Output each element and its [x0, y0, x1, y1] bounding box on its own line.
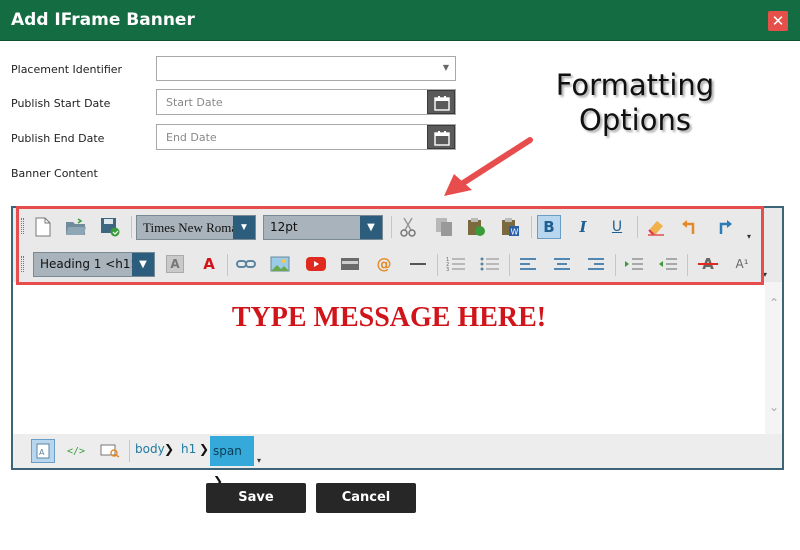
calendar-icon — [434, 96, 450, 111]
breadcrumb-body[interactable]: body — [135, 442, 165, 456]
end-date-placeholder: End Date — [166, 131, 217, 144]
editor-vertical-scrollbar[interactable]: ⌃ ⌄ — [765, 282, 782, 434]
formatting-options-highlight — [16, 206, 764, 285]
preview-icon — [100, 444, 120, 458]
callout-arrow-icon — [444, 137, 533, 196]
banner-content-label: Banner Content — [11, 167, 98, 180]
publish-start-date-label: Publish Start Date — [11, 97, 111, 110]
start-date-placeholder: Start Date — [166, 96, 223, 109]
html-code-icon: </> — [66, 445, 86, 457]
chevron-down-icon: ▼ — [442, 63, 449, 72]
editor-content-area[interactable]: TYPE MESSAGE HERE! — [13, 282, 765, 434]
callout-line-1: Formatting — [555, 68, 715, 102]
toolbar-separator — [129, 440, 130, 462]
rich-text-editor: Times New Roman ▼ 12pt ▼ W B I U ▾ Headi… — [11, 206, 784, 488]
chevron-right-icon: ❯ — [164, 442, 175, 456]
design-mode-button[interactable]: A — [31, 439, 55, 463]
design-view-icon: A — [36, 443, 50, 459]
end-date-input[interactable]: End Date — [156, 124, 456, 150]
formatting-options-callout: Formatting Options — [520, 68, 750, 138]
start-date-calendar-button[interactable] — [427, 90, 455, 114]
placement-identifier-label: Placement Identifier — [11, 63, 123, 76]
html-mode-button[interactable]: </> — [63, 439, 89, 463]
dialog-title: Add IFrame Banner — [11, 10, 195, 30]
editor-mode-bar: A </> body ❯ h1 ❯ span ❯ ▾ — [13, 434, 782, 488]
close-button[interactable]: ✕ — [768, 11, 788, 31]
close-icon: ✕ — [771, 12, 785, 30]
banner-message: TYPE MESSAGE HERE! — [231, 302, 547, 333]
chevron-right-icon: ❯ — [199, 442, 210, 456]
publish-end-date-label: Publish End Date — [11, 132, 105, 145]
save-button[interactable]: Save — [206, 483, 306, 513]
placement-identifier-select[interactable]: ▼ — [156, 56, 456, 81]
chevron-down-icon[interactable]: ⌄ — [769, 400, 779, 414]
breadcrumb-span-label: span — [213, 444, 242, 458]
callout-line-2: Options — [579, 103, 691, 137]
start-date-input[interactable]: Start Date — [156, 89, 456, 115]
dialog-titlebar: Add IFrame Banner ✕ — [0, 0, 800, 41]
cancel-button[interactable]: Cancel — [316, 483, 416, 513]
svg-text:A: A — [39, 448, 45, 457]
preview-mode-button[interactable] — [97, 439, 123, 463]
breadcrumb-h1[interactable]: h1 — [181, 442, 196, 456]
resize-handle-icon[interactable]: ▾ — [257, 456, 261, 465]
chevron-up-icon[interactable]: ⌃ — [769, 296, 779, 310]
breadcrumb-span[interactable]: span ❯ — [210, 436, 254, 488]
